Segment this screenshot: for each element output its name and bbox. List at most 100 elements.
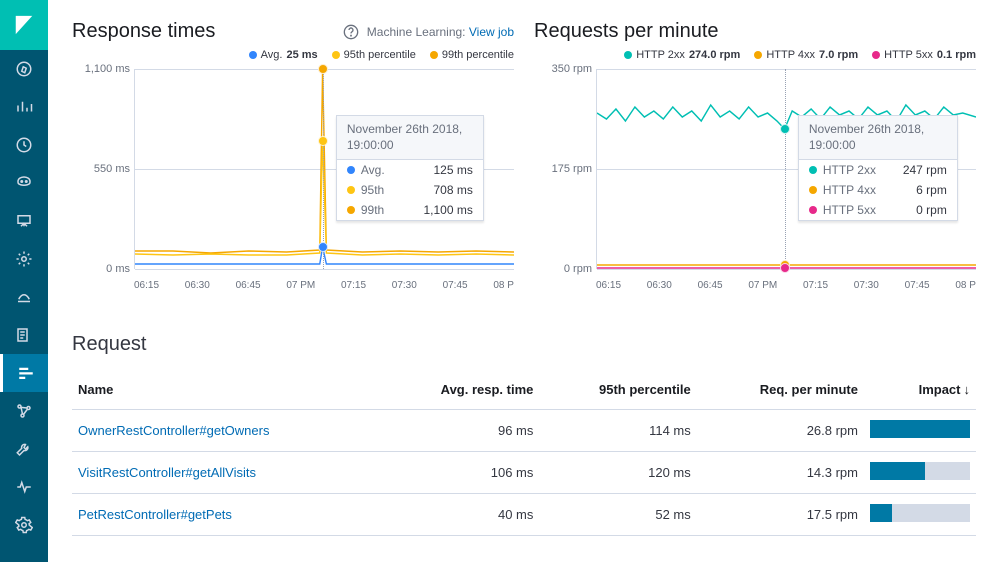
x-tick: 06:30 xyxy=(185,280,210,291)
sidebar-item-canvas[interactable] xyxy=(0,202,48,240)
cell-impact xyxy=(864,452,976,494)
kibana-logo[interactable] xyxy=(0,0,48,50)
cell-p95: 120 ms xyxy=(539,452,696,494)
sidebar-item-recent[interactable] xyxy=(0,126,48,164)
col-name[interactable]: Name xyxy=(72,374,381,410)
sidebar-item-visualize[interactable] xyxy=(0,88,48,126)
x-tick: 07:45 xyxy=(905,280,930,291)
sidebar-item-management-gear[interactable] xyxy=(0,240,48,278)
x-tick: 06:15 xyxy=(596,280,621,291)
series-dot xyxy=(347,166,355,174)
sidebar-item-devtools[interactable] xyxy=(0,430,48,468)
col-impact[interactable]: Impact↓ xyxy=(864,374,976,410)
x-tick: 07:15 xyxy=(803,280,828,291)
chart2-plot[interactable]: November 26th 2018, 19:00:00 HTTP 2xx247… xyxy=(596,69,976,269)
tooltip-value: 1,100 ms xyxy=(404,203,473,217)
sort-desc-icon: ↓ xyxy=(964,382,971,397)
tooltip-row: HTTP 5xx0 rpm xyxy=(799,200,957,220)
legend-value: 274.0 rpm xyxy=(689,49,740,61)
chart1-tooltip: November 26th 2018, 19:00:00 Avg.125 ms9… xyxy=(336,115,484,221)
sidebar-item-graph[interactable] xyxy=(0,392,48,430)
sidebar-item-logs[interactable] xyxy=(0,316,48,354)
tooltip-row: HTTP 4xx6 rpm xyxy=(799,180,957,200)
chart1-plot[interactable]: November 26th 2018, 19:00:00 Avg.125 ms9… xyxy=(134,69,514,269)
cell-p95: 52 ms xyxy=(539,494,696,536)
sidebar-item-metrics[interactable] xyxy=(0,278,48,316)
tooltip-value: 708 ms xyxy=(414,183,473,197)
col-rpm[interactable]: Req. per minute xyxy=(697,374,864,410)
table-title: Request xyxy=(72,333,976,356)
cell-p95: 114 ms xyxy=(539,410,696,452)
legend-item[interactable]: HTTP 5xx 0.1 rpm xyxy=(872,49,976,61)
request-table-section: Request Name Avg. resp. time 95th percen… xyxy=(72,333,976,536)
tooltip-row: 99th 1,100 ms xyxy=(337,200,483,220)
series-dot xyxy=(347,186,355,194)
col-p95[interactable]: 95th percentile xyxy=(539,374,696,410)
x-tick: 07:45 xyxy=(443,280,468,291)
legend-item[interactable]: Avg. 25 ms xyxy=(249,49,318,61)
tooltip-label: 95th xyxy=(361,183,384,197)
sidebar-item-apm[interactable] xyxy=(0,354,48,392)
ml-label: Machine Learning: View job xyxy=(367,25,514,39)
series-dot xyxy=(809,186,817,194)
x-tick: 06:45 xyxy=(698,280,723,291)
cell-rpm: 26.8 rpm xyxy=(697,410,864,452)
chart1-xaxis: 06:1506:3006:4507 PM07:1507:3007:4508 P xyxy=(134,280,514,291)
series-dot xyxy=(430,51,438,59)
legend-item[interactable]: 95th percentile xyxy=(332,49,416,61)
chart-title: Response times xyxy=(72,20,215,43)
x-tick: 06:45 xyxy=(236,280,261,291)
cell-name[interactable]: PetRestController#getPets xyxy=(72,494,381,536)
cell-avg: 106 ms xyxy=(381,452,540,494)
tooltip-value: 247 rpm xyxy=(883,163,947,177)
x-tick: 06:30 xyxy=(647,280,672,291)
help-icon[interactable] xyxy=(343,24,359,40)
legend-item[interactable]: HTTP 4xx 7.0 rpm xyxy=(754,49,858,61)
chart1-ytick2: 0 ms xyxy=(74,263,130,275)
tooltip-row: HTTP 2xx 247 rpm xyxy=(799,160,957,180)
series-dot xyxy=(249,51,257,59)
x-tick: 07:30 xyxy=(854,280,879,291)
tooltip-label: HTTP 4xx xyxy=(823,183,876,197)
sidebar-item-discover[interactable] xyxy=(0,50,48,88)
cell-rpm: 14.3 rpm xyxy=(697,452,864,494)
cell-avg: 40 ms xyxy=(381,494,540,536)
chart1-legend: Avg. 25 ms 95th percentile 99th percentile xyxy=(72,49,514,61)
sidebar xyxy=(0,0,48,562)
chart2-tooltip: November 26th 2018, 19:00:00 HTTP 2xx247… xyxy=(798,115,958,221)
sidebar-item-settings[interactable] xyxy=(0,506,48,544)
legend-value: 7.0 rpm xyxy=(819,49,858,61)
cell-avg: 96 ms xyxy=(381,410,540,452)
main-content: Response times Machine Learning: View jo… xyxy=(48,0,1000,562)
cell-name[interactable]: OwnerRestController#getOwners xyxy=(72,410,381,452)
tooltip-label: 99th xyxy=(361,203,384,217)
legend-item[interactable]: 99th percentile xyxy=(430,49,514,61)
legend-label: 95th percentile xyxy=(344,49,416,61)
col-avg[interactable]: Avg. resp. time xyxy=(381,374,540,410)
tooltip-row: 95th 708 ms xyxy=(337,180,483,200)
request-table: Name Avg. resp. time 95th percentile Req… xyxy=(72,374,976,536)
x-tick: 07:15 xyxy=(341,280,366,291)
series-dot xyxy=(809,166,817,174)
table-row: OwnerRestController#getOwners96 ms114 ms… xyxy=(72,410,976,452)
sidebar-item-security[interactable] xyxy=(0,164,48,202)
legend-label: HTTP 4xx xyxy=(766,49,815,61)
legend-value: 25 ms xyxy=(286,49,317,61)
x-tick: 08 P xyxy=(493,280,514,291)
series-dot xyxy=(332,51,340,59)
series-dot xyxy=(872,51,880,59)
chart2-ytick0: 350 rpm xyxy=(536,63,592,75)
cell-name[interactable]: VisitRestController#getAllVisits xyxy=(72,452,381,494)
chart-response-times: Response times Machine Learning: View jo… xyxy=(72,20,514,305)
chart1-ytick1: 550 ms xyxy=(74,163,130,175)
x-tick: 08 P xyxy=(955,280,976,291)
legend-item[interactable]: HTTP 2xx 274.0 rpm xyxy=(624,49,740,61)
ml-viewjob-link[interactable]: View job xyxy=(469,25,514,39)
chart2-ytick2: 0 rpm xyxy=(536,263,592,275)
sidebar-item-uptime[interactable] xyxy=(0,468,48,506)
tooltip-row: Avg.125 ms xyxy=(337,160,483,180)
series-dot xyxy=(624,51,632,59)
table-row: PetRestController#getPets40 ms52 ms17.5 … xyxy=(72,494,976,536)
tooltip-label: HTTP 2xx xyxy=(823,163,876,177)
tooltip-value: 125 ms xyxy=(414,163,473,177)
